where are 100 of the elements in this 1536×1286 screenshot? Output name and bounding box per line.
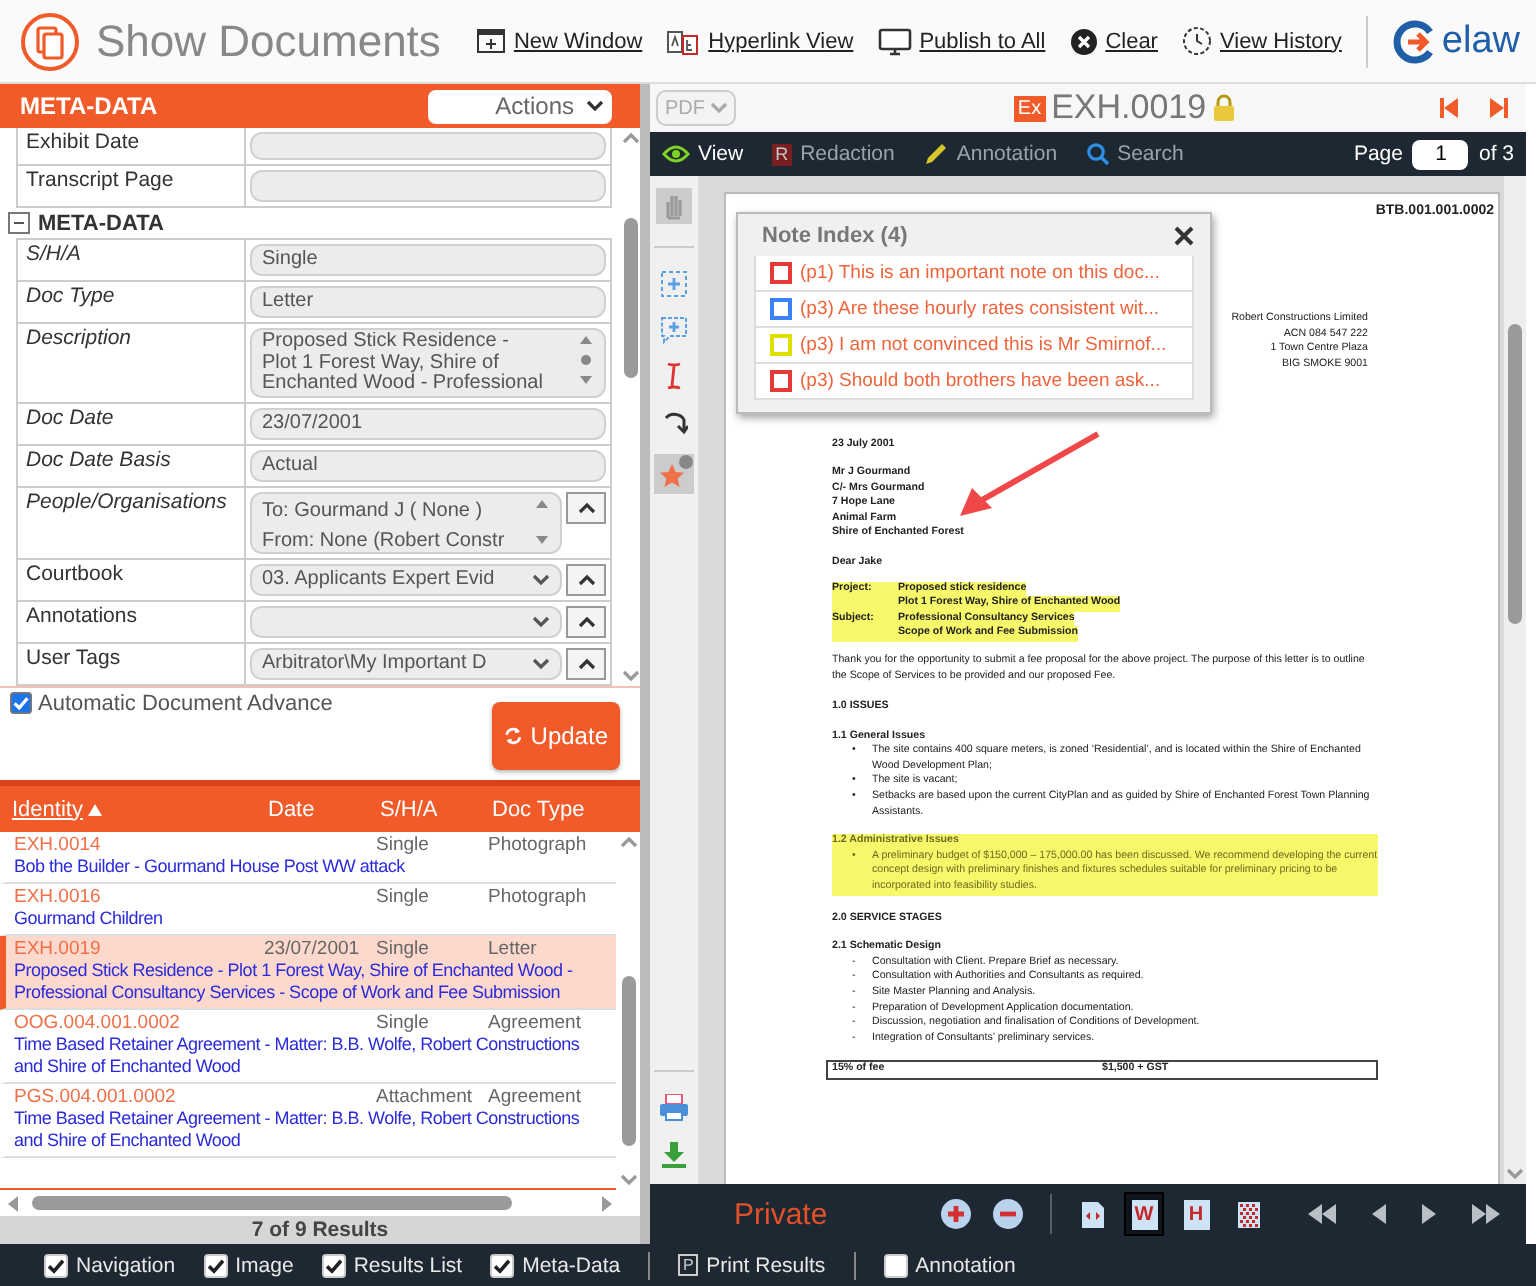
caret-icon [532,658,550,670]
panel-toggle[interactable]: Image [203,1253,294,1277]
collapse-toggle[interactable] [8,212,30,234]
note-text: (p3) Are these hourly rates consistent wit... [800,298,1160,320]
caret-up-button[interactable] [566,606,606,638]
checkbox[interactable] [321,1253,346,1277]
toolbar-link[interactable]: View History [1181,26,1342,56]
page-label: Page [1353,142,1403,166]
caret-up-button[interactable] [566,492,606,524]
panel-toggle[interactable]: Results List [321,1253,463,1277]
privilege-status: Private [734,1197,830,1231]
caret-up-icon [577,502,595,514]
scroll-thumb[interactable] [623,217,637,377]
text-field[interactable]: Actual [250,450,606,482]
document-title-text: Time Based Retainer Agreement - Matter: B.B. Wolfe, Robert Constructions and Shire of Enchanted Wood [14,1108,582,1152]
toolbar-link[interactable]: New Window [475,28,643,54]
text-field[interactable]: 23/07/2001 [250,408,606,440]
field-label: Exhibit Date [18,128,246,164]
page-mode-icon: W [1131,1199,1157,1229]
update-button[interactable]: Update [492,702,620,770]
result-row[interactable]: EXH.0014 Single Photograph Bob the Builder - Gourmand House Post WW attack [0,832,616,884]
viewer-tab[interactable]: Annotation [922,141,1058,167]
caret-icon [532,574,550,586]
toolbar-link[interactable]: Publish to All [877,27,1046,55]
text-cursor-icon [664,362,684,390]
identity-text: EXH.0016 [14,886,103,908]
identity-text: OOG.004.001.0002 [14,1012,182,1034]
text-field[interactable]: Proposed Stick Residence - Plot 1 Forest Way, Shire of Enchanted Wood - Professional [250,328,606,398]
hand-icon [656,188,692,224]
scroll-arrows-icon [534,496,550,548]
caret-up-button[interactable] [566,648,606,680]
checkbox[interactable] [44,1253,68,1277]
sort-up-icon [88,803,103,815]
doc-type-text: Letter [488,938,539,960]
column-header[interactable]: Doc Type [492,797,640,821]
last-document-button[interactable] [1484,92,1514,124]
text-field[interactable]: Single [250,244,606,276]
scroll-thumb[interactable] [621,976,635,1146]
zoom-out-icon [992,1198,1024,1230]
minus-icon [12,216,26,230]
caret-icon [709,102,727,114]
column-header[interactable]: S/H/A [380,797,492,821]
actions-dropdown[interactable]: Actions [428,89,612,123]
result-row[interactable]: OOG.004.001.0002 Single Agreement Time Based Retainer Agreement - Matter: B.B. Wolfe, Robert Constructions and Shire of Enchanted Wood [0,1010,616,1084]
pencil-icon [922,141,949,167]
exhibit-badge: Ex [1013,95,1046,121]
toolbar-link[interactable]: Clear [1069,27,1158,55]
scrollbar[interactable] [1504,176,1526,1184]
field-label: Doc Type [18,282,246,322]
field-label: S/H/A [18,240,246,280]
viewer-tab[interactable]: R Redaction [771,142,895,166]
dropdown-field[interactable]: 03. Applicants Expert Evid [250,564,562,596]
caret-icon [532,616,550,628]
scroll-down-icon [619,1174,637,1186]
column-header[interactable]: Identity [12,797,268,821]
popup-title: Note Index (4) [762,224,908,248]
scrollbar[interactable] [620,128,640,686]
field-label: User Tags [18,644,246,684]
page-number-field[interactable]: 1 [1412,139,1469,169]
field-label: Doc Date [18,404,246,444]
view-mode-button[interactable]: H [1176,1192,1216,1236]
panel-toggle[interactable]: Annotation [883,1253,1016,1277]
arrow [960,431,1100,516]
view-mode-button[interactable]: W [1124,1192,1164,1236]
field-label: Annotations [18,602,246,642]
checkbox[interactable] [883,1253,908,1277]
text-field[interactable] [250,170,606,202]
doc-type-text: Photograph [488,886,589,908]
text-field[interactable]: To: Gourmand J ( None ) From: None (Robert Constr [250,492,562,554]
scrollbar[interactable] [616,832,640,1190]
viewer-tab[interactable]: View [662,142,744,166]
result-row[interactable]: EXH.0019 23/07/2001 Single Letter Proposed Stick Residence - Plot 1 Forest Way, Shire of Enchanted Wood - Professional Consultancy Services - Scope of Work and Fee Submission [0,936,616,1010]
text-field[interactable]: Letter [250,286,606,318]
print-icon: P [678,1254,699,1276]
documents-logo-icon [20,11,80,71]
toolbar-link[interactable]: Hyperlink View [666,27,854,55]
scroll-down-icon [621,670,639,682]
scroll-thumb[interactable] [1508,324,1522,624]
sha-text: Single [376,938,431,960]
scroll-up-icon [621,132,639,144]
checkbox[interactable] [490,1253,515,1277]
text-field[interactable] [250,132,606,160]
column-header[interactable]: Date [268,797,380,821]
panel-toggle[interactable]: Meta-Data [490,1253,621,1277]
scroll-up-icon [619,836,637,848]
dropdown-field[interactable] [250,606,562,638]
checkbox[interactable] [10,692,32,714]
caret-icon [586,100,604,112]
auto-advance-checkbox[interactable]: Automatic Document Advance [10,692,333,720]
first-document-button[interactable] [1434,92,1464,124]
viewer-tab[interactable]: Search [1085,142,1184,166]
result-row[interactable]: EXH.0016 Single Photograph Gourmand Children [0,884,616,936]
print-results-button[interactable]: P Print Results [678,1253,826,1277]
caret-up-button[interactable] [566,564,606,596]
checkbox[interactable] [203,1253,228,1277]
close-button[interactable] [1174,226,1194,246]
panel-toggle[interactable]: Navigation [44,1253,176,1277]
dropdown-field[interactable]: Arbitrator\My Important D [250,648,562,680]
result-row[interactable]: PGS.004.001.0002 Attachment Agreement Time Based Retainer Agreement - Matter: B.B. Wolfe, Robert Constructions and Shire of Enchanted Wood [0,1084,616,1158]
brand-name: elaw [1441,19,1520,63]
